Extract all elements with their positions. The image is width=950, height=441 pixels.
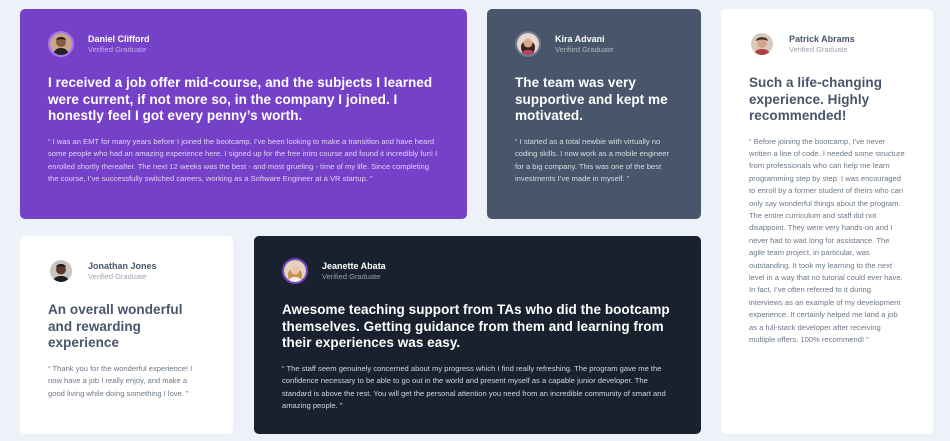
author-role: Verified Graduate	[88, 44, 147, 54]
author-name: Kira Advani	[555, 33, 605, 44]
card-header: Jeanette Abata Verified Graduate	[282, 258, 673, 284]
author-info: Daniel Clifford Verified Graduate	[88, 34, 150, 55]
author-info: Kira Advani Verified Graduate	[555, 34, 613, 55]
author-role: Verified Graduate	[322, 271, 381, 281]
daniel-avatar-icon	[48, 31, 74, 57]
kira-avatar-icon	[515, 31, 541, 57]
testimonial-card-daniel: Daniel Clifford Verified Graduate I rece…	[20, 9, 467, 219]
author-role: Verified Graduate	[88, 271, 147, 281]
author-name: Daniel Clifford	[88, 33, 150, 44]
testimonial-quote: “ Before joining the bootcamp, I’ve neve…	[749, 136, 905, 345]
card-header: Patrick Abrams Verified Graduate	[749, 31, 905, 57]
testimonial-title: An overall wonderful and rewarding exper…	[48, 302, 183, 350]
card-header: Kira Advani Verified Graduate	[515, 31, 673, 57]
author-info: Patrick Abrams Verified Graduate	[789, 34, 855, 55]
testimonial-quote: “ Thank you for the wonderful experience…	[48, 363, 193, 398]
author-name: Jonathan Jones	[88, 260, 157, 271]
card-header: Jonathan Jones Verified Graduate	[48, 258, 205, 284]
patrick-avatar-icon	[749, 31, 775, 57]
testimonial-title: I received a job offer mid-course, and t…	[48, 75, 433, 123]
testimonial-card-jonathan: Jonathan Jones Verified Graduate An over…	[20, 236, 233, 434]
author-info: Jonathan Jones Verified Graduate	[88, 261, 157, 282]
author-role: Verified Graduate	[789, 44, 848, 54]
testimonial-quote: “ The staff seem genuinely concerned abo…	[282, 363, 666, 411]
author-name: Jeanette Abata	[322, 260, 386, 271]
testimonial-title: Such a life-changing experience. Highly …	[749, 75, 883, 123]
jeanette-avatar-icon	[282, 258, 308, 284]
testimonial-card-patrick: Patrick Abrams Verified Graduate Such a …	[721, 9, 933, 434]
testimonial-card-kira: Kira Advani Verified Graduate The team w…	[487, 9, 701, 219]
testimonial-quote: “ I was an EMT for many years before I j…	[48, 136, 438, 184]
testimonial-title: Awesome teaching support from TAs who di…	[282, 302, 670, 350]
jonathan-avatar-icon	[48, 258, 74, 284]
card-header: Daniel Clifford Verified Graduate	[48, 31, 439, 57]
testimonial-card-jeanette: Jeanette Abata Verified Graduate Awesome…	[254, 236, 701, 434]
author-name: Patrick Abrams	[789, 33, 855, 44]
testimonial-quote: “ I started as a total newbie with virtu…	[515, 136, 670, 184]
author-role: Verified Graduate	[555, 44, 614, 54]
author-info: Jeanette Abata Verified Graduate	[322, 261, 386, 282]
testimonial-title: The team was very supportive and kept me…	[515, 75, 668, 123]
